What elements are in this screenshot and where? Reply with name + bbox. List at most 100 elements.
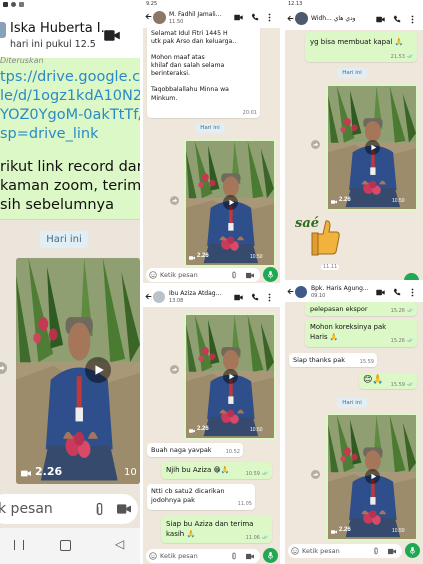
voice-button[interactable] [405, 543, 420, 558]
thumbs-up-sticker[interactable]: saé [293, 212, 353, 262]
camera-icon[interactable] [117, 503, 131, 515]
message-input[interactable]: Ketik pesan [146, 549, 260, 563]
video-call-icon[interactable] [376, 16, 385, 23]
status-time: 12.13 [288, 1, 303, 7]
play-button[interactable] [365, 469, 380, 484]
menu-icon[interactable] [411, 288, 414, 297]
play-button[interactable] [85, 357, 111, 383]
back-icon[interactable] [145, 13, 152, 20]
menu-icon[interactable] [268, 293, 271, 302]
phone-icon[interactable] [393, 288, 401, 296]
attach-icon[interactable] [94, 502, 105, 516]
video-duration: 2.26 [339, 197, 351, 203]
video-message[interactable]: 2.26 10.50 [326, 413, 418, 541]
link-line[interactable]: sp=drive_link [0, 125, 140, 144]
outgoing-message[interactable]: 😊🙏 15.59 [359, 373, 417, 389]
avatar[interactable] [0, 22, 6, 38]
message-timestamp: 10.52 [225, 449, 240, 455]
video-call-icon[interactable] [376, 289, 385, 296]
message-line: rikut link record dari [0, 159, 140, 175]
video-call-icon[interactable] [234, 14, 243, 21]
incoming-message[interactable]: Siap thanks pak 15.59 [289, 353, 377, 367]
recent-apps-icon[interactable] [14, 540, 24, 550]
attach-icon[interactable] [231, 552, 237, 560]
forward-icon[interactable] [311, 140, 320, 149]
link-line[interactable]: tps://drive.google.co [0, 68, 140, 87]
outgoing-message[interactable]: yg bisa membuat kapal 🙏 21.53 [305, 32, 417, 62]
chat-header: M. Fadhil Jamali... 11.50 [143, 8, 280, 28]
video-message[interactable]: 2.26 10.50 [326, 84, 418, 211]
contact-status: 13.08 [169, 298, 184, 304]
outgoing-message[interactable]: pelepasan ekspor 15.26 [305, 302, 417, 316]
back-icon[interactable] [287, 15, 294, 22]
camera-icon[interactable] [246, 553, 254, 560]
contact-name[interactable]: Ibu Aziza Atdag... [169, 290, 221, 297]
status-time: 9.25 [146, 1, 158, 7]
incoming-message[interactable]: Buah naga yavpak 10.52 [147, 443, 243, 457]
link-line[interactable]: le/d/1ogz1kdA10N2c [0, 87, 140, 106]
contact-name[interactable]: Bpk. Haris Agung... [311, 285, 369, 292]
attach-icon[interactable] [231, 271, 237, 279]
voice-button[interactable] [263, 267, 278, 282]
message-line: Mohon maaf atas [151, 54, 205, 62]
phone-icon[interactable] [251, 293, 259, 301]
outgoing-message[interactable]: Siap bu Aziza dan terima kasih 🙏 11.06 [161, 516, 272, 543]
back-icon[interactable] [287, 288, 294, 295]
emoji-icon[interactable] [149, 271, 157, 279]
home-icon[interactable] [60, 540, 71, 551]
video-icon [21, 470, 31, 477]
incoming-message[interactable]: Selamat Idul Fitri 1445 H utk pak Arso d… [147, 28, 260, 118]
outgoing-message[interactable]: Njih bu Aziza 😁🙏 10.59 [161, 462, 272, 479]
avatar[interactable] [295, 12, 308, 25]
video-call-icon[interactable] [234, 294, 243, 301]
message-input[interactable]: k pesan [0, 494, 138, 524]
video-call-icon[interactable] [104, 29, 120, 42]
forward-icon[interactable] [311, 470, 320, 479]
video-duration: 2.26 [197, 426, 209, 432]
chat-header: Bpk. Haris Agung... 09.10 [285, 282, 423, 302]
play-button[interactable] [223, 195, 238, 210]
video-message[interactable]: 2.26 10 [16, 258, 140, 484]
mid-top-chat-panel: 9.25 M. Fadhil Jamali... 11.50 Selamat I… [143, 0, 280, 283]
drive-link[interactable]: tps://drive.google.co le/d/1ogz1kdA10N2c… [0, 68, 140, 144]
forward-icon[interactable] [170, 196, 179, 205]
attach-icon[interactable] [373, 547, 379, 555]
status-bar [0, 0, 140, 10]
message-timestamp: 15.59 [359, 359, 374, 365]
right-bottom-chat-panel: Bpk. Haris Agung... 09.10 pelepasan eksp… [285, 282, 423, 564]
menu-icon[interactable] [268, 13, 271, 22]
forwarded-label: Diteruskan [0, 56, 44, 65]
message-input[interactable]: Ketik pesan [146, 268, 260, 282]
emoji-icon[interactable] [149, 552, 157, 560]
camera-icon[interactable] [388, 548, 396, 555]
play-button[interactable] [365, 140, 380, 155]
forward-icon[interactable] [0, 362, 7, 374]
phone-icon[interactable] [393, 15, 401, 23]
emoji-icon[interactable] [291, 547, 299, 555]
outgoing-message[interactable]: Mohon koreksinya pak Haris 🙏 15.26 [305, 319, 417, 347]
back-icon[interactable] [145, 293, 152, 300]
back-icon[interactable]: ◁ [115, 537, 124, 551]
video-message[interactable]: 2.26 10.50 [184, 139, 276, 267]
contact-name[interactable]: Iska Huberta I... [10, 21, 113, 36]
message-text: rikut link record dari kaman zoom, terim… [0, 158, 140, 215]
voice-button[interactable] [263, 548, 278, 563]
incoming-message[interactable]: Ntti cb satu2 dicarikan jodohnya pak 11.… [147, 484, 255, 510]
link-line[interactable]: YOZ0YgoM-0akTtTf/ [0, 106, 140, 125]
play-button[interactable] [223, 369, 238, 384]
phone-icon[interactable] [251, 13, 259, 21]
message-line: utk pak Arso dan keluarga.. [151, 38, 237, 46]
avatar[interactable] [153, 291, 165, 303]
menu-icon[interactable] [411, 15, 414, 24]
contact-name[interactable]: M. Fadhil Jamali... [169, 11, 221, 18]
camera-icon[interactable] [246, 272, 254, 279]
message-input[interactable]: Ketik pesan [288, 544, 402, 558]
avatar[interactable] [153, 11, 166, 24]
forward-icon[interactable] [170, 365, 179, 374]
contact-status: 09.10 [311, 293, 326, 299]
forwarded-link-message[interactable]: Diteruskan tps://drive.google.co le/d/1o… [0, 56, 140, 219]
avatar[interactable] [295, 286, 307, 298]
video-message[interactable]: 2.26 10.50 [184, 313, 276, 440]
voice-button[interactable] [404, 273, 419, 280]
contact-name[interactable]: Widh... ودي هاي [311, 15, 356, 22]
